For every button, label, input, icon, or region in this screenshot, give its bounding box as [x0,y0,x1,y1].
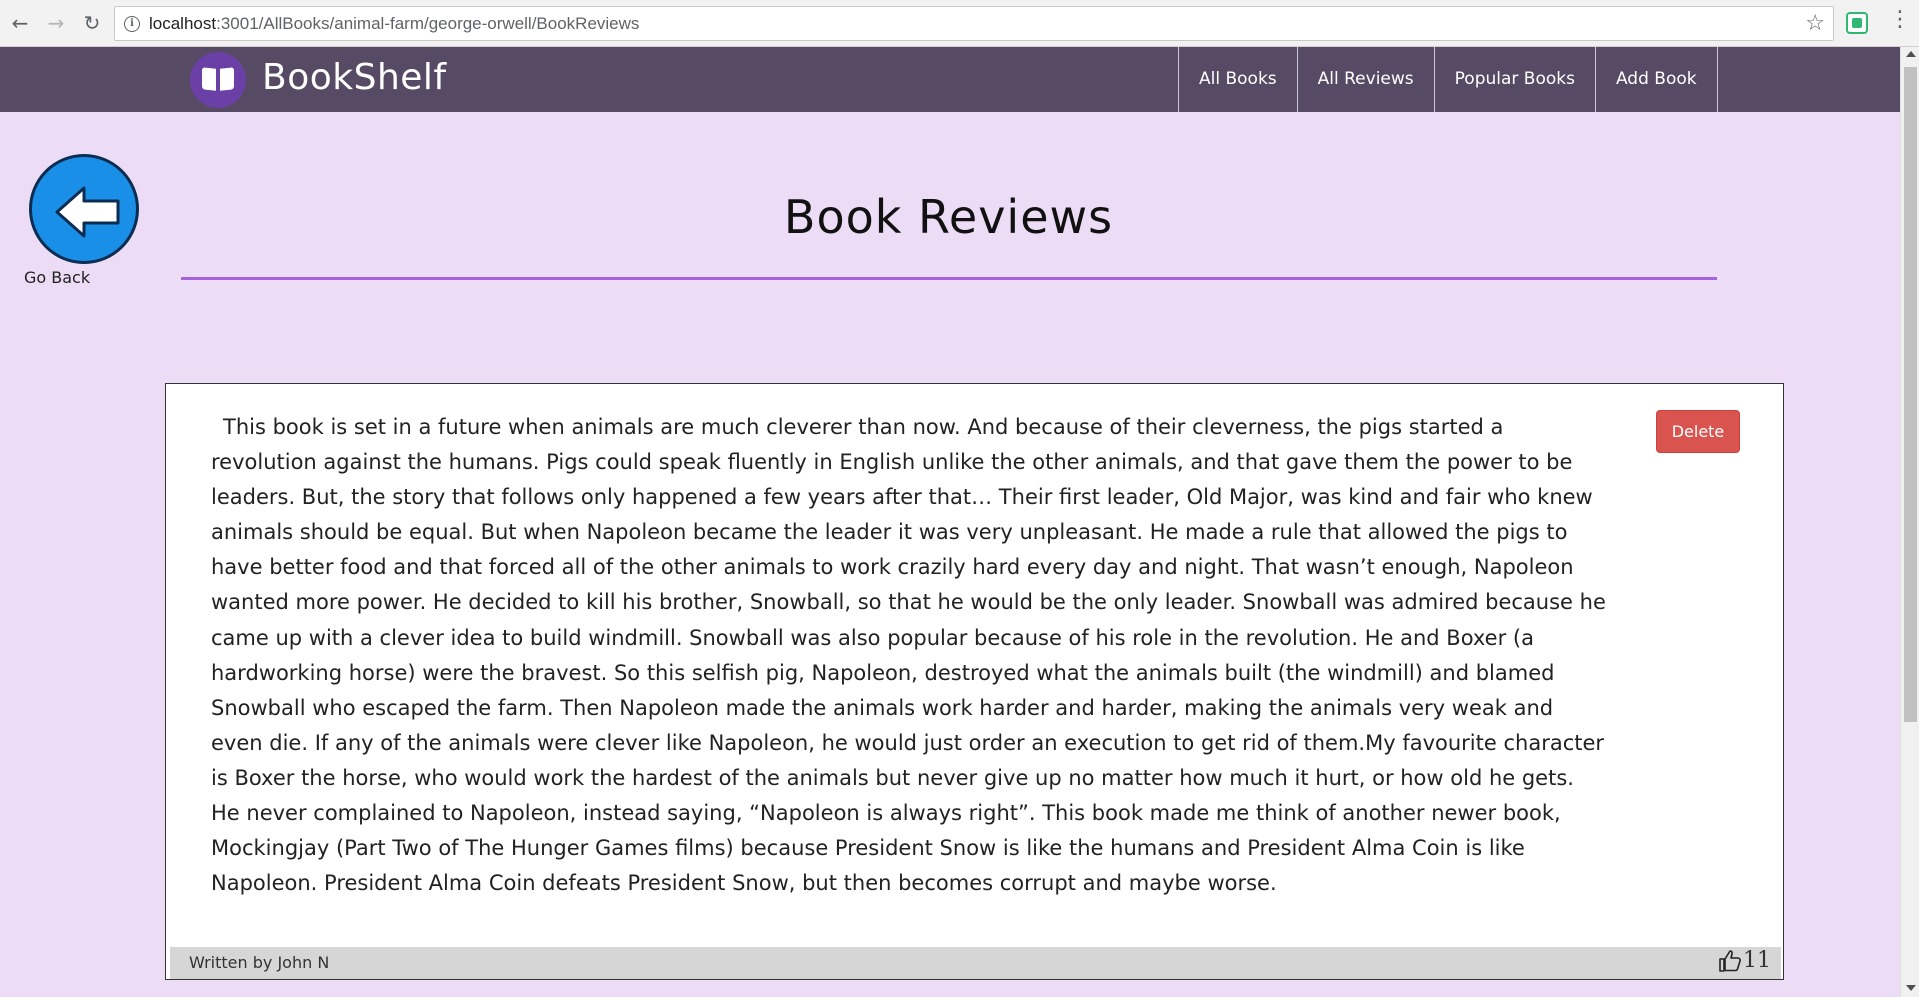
scroll-down-icon[interactable] [1906,985,1916,991]
star-icon[interactable]: ☆ [1805,11,1825,36]
back-icon[interactable]: ← [8,11,32,35]
extension-icon[interactable] [1846,12,1868,34]
title-divider [181,277,1717,280]
like-count: 11 [1743,948,1771,973]
review-text: This book is set in a future when animal… [211,415,1606,896]
brand-name[interactable]: BookShelf [262,57,447,98]
like-button[interactable]: 11 [1718,948,1771,973]
scroll-up-icon[interactable] [1906,51,1916,57]
book-logo-icon[interactable] [190,52,246,108]
url-path: :3001/AllBooks/animal-farm/george-orwell… [216,14,640,33]
review-footer: Written by John N 11 [170,947,1781,979]
scroll-thumb[interactable] [1904,67,1917,722]
nav-all-reviews[interactable]: All Reviews [1296,47,1434,112]
arrow-left-icon [55,186,120,238]
nav-all-books[interactable]: All Books [1178,47,1297,112]
back-arrow-icon[interactable] [29,154,139,264]
scrollbar[interactable] [1900,47,1919,997]
url-host: localhost [149,14,217,33]
delete-button[interactable]: Delete [1656,410,1740,453]
url-text[interactable]: localhost:3001/AllBooks/animal-farm/geor… [149,14,639,34]
nav-popular-books[interactable]: Popular Books [1433,47,1595,112]
address-bar[interactable]: i localhost:3001/AllBooks/animal-farm/ge… [114,6,1834,41]
app-header: BookShelf All Books All Reviews Popular … [0,47,1900,112]
menu-icon[interactable]: ⋮ [1889,8,1911,32]
go-back-button[interactable]: Go Back [24,150,139,290]
review-author: Written by John N [189,953,330,972]
review-card: This book is set in a future when animal… [165,383,1784,980]
browser-toolbar: ← → ↻ i localhost:3001/AllBooks/animal-f… [0,0,1919,47]
page-title: Book Reviews [783,190,1114,244]
forward-icon[interactable]: → [44,11,68,35]
main-nav: All Books All Reviews Popular Books Add … [1178,47,1718,112]
nav-add-book[interactable]: Add Book [1594,47,1718,112]
reload-icon[interactable]: ↻ [80,11,104,35]
go-back-label: Go Back [24,268,91,287]
thumbs-up-icon[interactable] [1718,949,1742,973]
info-icon[interactable]: i [124,16,140,32]
